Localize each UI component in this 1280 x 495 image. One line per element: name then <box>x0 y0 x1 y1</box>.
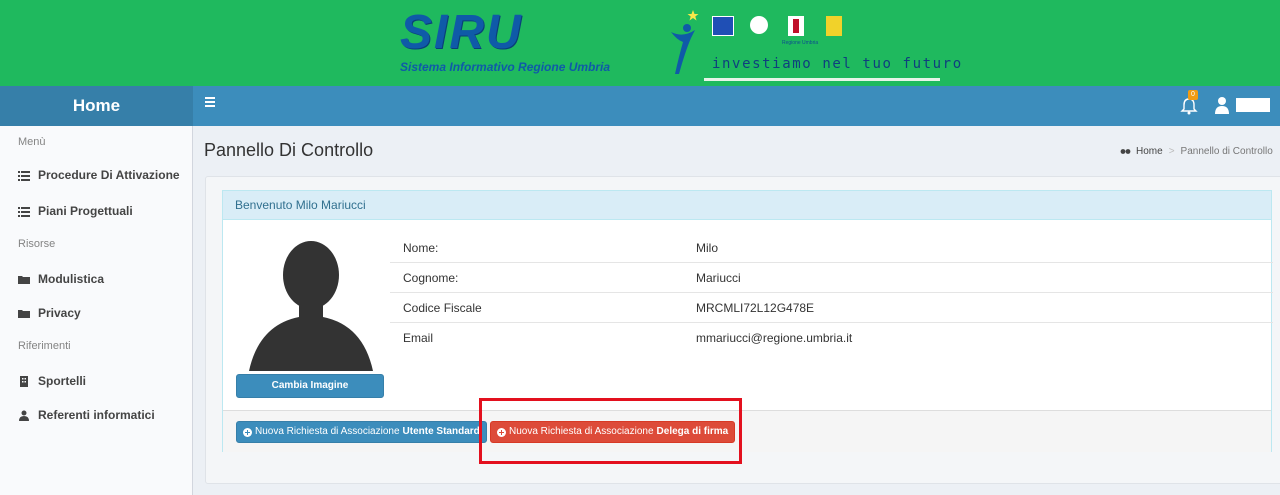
table-row: Nome: Milo <box>390 233 1273 263</box>
table-row: Email mmariucci@regione.umbria.it <box>390 323 1273 353</box>
user-icon[interactable] <box>1215 96 1229 114</box>
folder-icon <box>18 309 30 318</box>
plus-circle-icon <box>243 427 252 437</box>
sidebar-item-referenti-informatici[interactable]: Referenti informatici <box>18 408 155 422</box>
field-value-email: mmariucci@regione.umbria.it <box>696 331 853 345</box>
eu-flag-icon <box>712 16 734 36</box>
avatar-placeholder-icon <box>249 241 373 371</box>
list-icon <box>18 206 30 217</box>
field-value-cognome: Mariucci <box>696 271 741 285</box>
field-label-cognome: Cognome: <box>403 271 459 285</box>
siru-logo-subtitle: Sistema Informativo Regione Umbria <box>400 60 611 74</box>
breadcrumb-current: Pannello di Controllo <box>1180 146 1273 157</box>
sidebar-item-label: Referenti informatici <box>38 408 155 422</box>
breadcrumb: Home > Pannello di Controllo <box>1120 146 1273 157</box>
field-value-codice-fiscale: MRCMLI72L12G478E <box>696 301 815 315</box>
button-label-bold: Utente Standard <box>402 426 480 437</box>
new-standard-user-request-button[interactable]: Nuova Richiesta di Associazione Utente S… <box>236 421 487 443</box>
dashboard-icon <box>1120 149 1131 154</box>
user-info-table: Nome: Milo Cognome: Mariucci Codice Fisc… <box>390 233 1273 353</box>
field-value-nome: Milo <box>696 241 719 255</box>
notification-badge: 0 <box>1188 90 1198 100</box>
top-navbar: Home 0 ████ <box>0 86 1280 126</box>
table-row: Codice Fiscale MRCMLI72L12G478E <box>390 293 1273 323</box>
header-banner: SIRU Sistema Informativo Regione Umbria … <box>0 0 1280 86</box>
slogan-underline <box>704 78 940 81</box>
table-row: Cognome: Mariucci <box>390 263 1273 293</box>
sidebar-item-label: Piani Progettuali <box>38 204 133 218</box>
siru-logo-title: SIRU <box>400 6 523 59</box>
page-title: Pannello Di Controllo <box>204 140 374 160</box>
sidebar-item-label: Privacy <box>38 306 81 320</box>
sidebar-item-piani-progettuali[interactable]: Piani Progettuali <box>18 204 133 218</box>
change-image-button[interactable]: Cambia Imagine <box>236 374 384 398</box>
sidebar-item-label: Modulistica <box>38 272 105 286</box>
umbria-region-label: Regione Umbria <box>782 40 819 46</box>
panel-heading: Benvenuto Milo Mariucci <box>223 191 1271 220</box>
sidebar-header-risorse: Risorse <box>18 238 56 250</box>
italy-emblem-icon <box>750 16 768 34</box>
sidebar-item-sportelli[interactable]: Sportelli <box>18 374 86 388</box>
panel-footer: Nuova Richiesta di Associazione Utente S… <box>223 410 1271 452</box>
field-label-codice-fiscale: Codice Fiscale <box>403 301 482 315</box>
por-fesr-figure-icon <box>671 10 699 74</box>
button-label: Nuova Richiesta di Associazione <box>255 426 400 437</box>
sidebar-header-menu: Menù <box>18 136 46 148</box>
slogan-text: investiamo nel tuo futuro <box>712 56 963 72</box>
user-icon <box>19 410 29 421</box>
sidebar-item-modulistica[interactable]: Modulistica <box>18 272 104 286</box>
sidebar-item-procedure-di-attivazione[interactable]: Procedure Di Attivazione <box>18 168 180 182</box>
sidebar-toggle-icon[interactable] <box>205 97 217 111</box>
highlight-annotation <box>479 398 742 464</box>
breadcrumb-home-link[interactable]: Home <box>1136 146 1163 157</box>
field-label-email: Email <box>403 331 434 345</box>
breadcrumb-separator: > <box>1168 146 1175 157</box>
folder-icon <box>18 275 30 284</box>
sidebar: Menù Procedure Di Attivazione Piani Prog… <box>0 126 193 495</box>
institutional-logos: Regione Umbria <box>712 16 912 46</box>
por-logo-icon <box>826 16 842 36</box>
list-icon <box>18 170 30 181</box>
umbria-region-icon <box>788 16 804 36</box>
field-label-nome: Nome: <box>403 241 439 255</box>
siru-logo: SIRU Sistema Informativo Regione Umbria <box>400 6 610 75</box>
sidebar-item-label: Sportelli <box>38 374 87 388</box>
building-icon <box>20 375 28 387</box>
sidebar-item-privacy[interactable]: Privacy <box>18 306 81 320</box>
sidebar-item-label: Procedure Di Attivazione <box>38 168 180 182</box>
sidebar-header-riferimenti: Riferimenti <box>18 340 71 352</box>
welcome-panel: Benvenuto Milo Mariucci Cambia Imagine N… <box>222 190 1273 452</box>
home-logo-link[interactable]: Home <box>0 86 193 126</box>
user-name[interactable]: ████ <box>1236 98 1280 112</box>
